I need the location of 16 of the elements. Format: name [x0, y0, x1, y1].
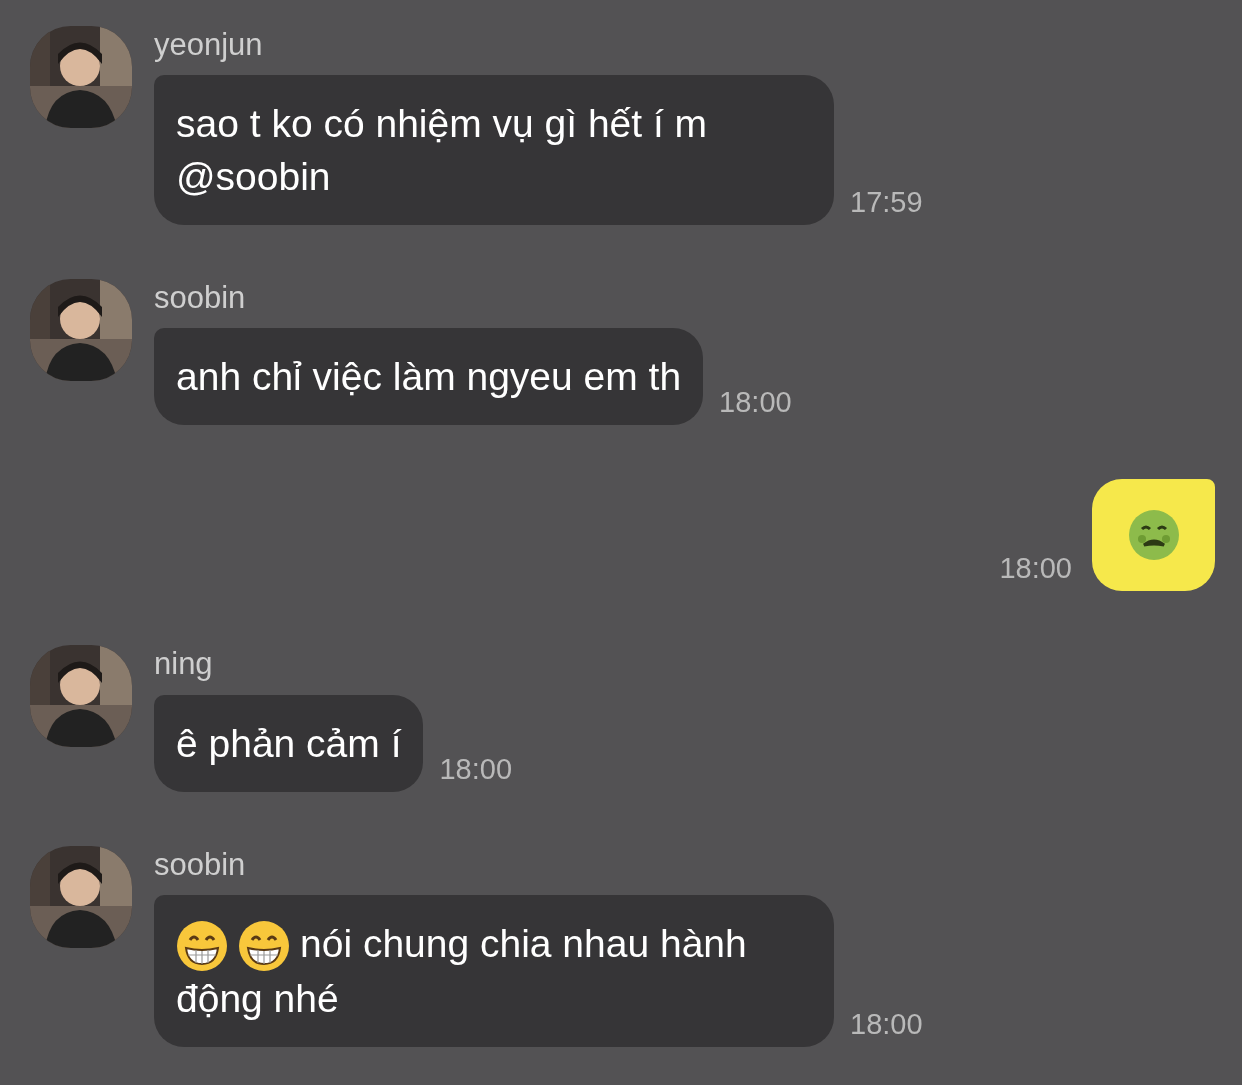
- sender-name: soobin: [154, 845, 246, 883]
- message-time: 18:00: [439, 754, 513, 784]
- message-time: 18:00: [999, 554, 1072, 584]
- sender-name: yeonjun: [154, 26, 263, 64]
- message-bubble: anh chỉ việc làm ngyeu em th: [154, 328, 704, 426]
- sender-name: ning: [154, 645, 213, 683]
- message-bubble: nói chung chia nhau hành động nhé: [154, 894, 834, 1048]
- grinning-face-icon: [176, 920, 228, 973]
- grinning-face-icon: [238, 920, 290, 973]
- nauseated-face-icon: [1127, 509, 1180, 562]
- message-time: 17:59: [850, 188, 923, 218]
- sender-name: soobin: [154, 279, 246, 317]
- message-bubble: sao t ko có nhiệm vụ gì hết í m @soobin: [154, 75, 834, 226]
- message-time: 18:00: [719, 388, 792, 418]
- message-time: 18:00: [850, 1010, 923, 1040]
- message-bubble: ê phản cảm í: [154, 694, 424, 792]
